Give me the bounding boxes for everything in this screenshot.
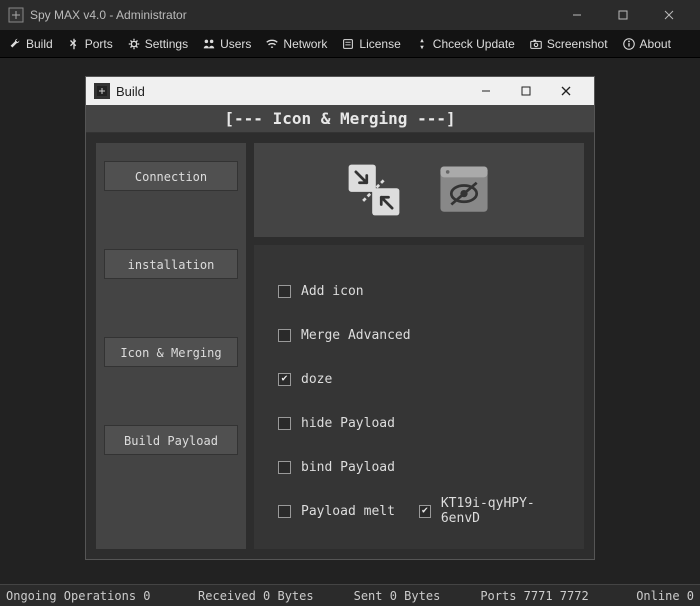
app-icon (8, 7, 24, 23)
sidebar-item-build-payload[interactable]: Build Payload (104, 425, 238, 455)
build-window: Build [--- Icon & Merging ---] Connectio… (85, 76, 595, 560)
option-hide-payload[interactable]: hide Payload (278, 416, 560, 431)
build-window-icon (94, 83, 110, 99)
toolbar-label: Chceck Update (433, 37, 515, 51)
checkbox-icon (278, 285, 291, 298)
window-controls (554, 0, 692, 30)
option-label: bind Payload (301, 460, 395, 475)
info-icon (622, 37, 636, 51)
ports-icon (67, 37, 81, 51)
status-received: Received 0 Bytes (198, 589, 314, 603)
option-payload-melt[interactable]: Payload melt (278, 504, 419, 519)
option-label: Merge Advanced (301, 328, 411, 343)
checkbox-icon (278, 461, 291, 474)
update-icon (415, 37, 429, 51)
toolbar-label: Ports (85, 37, 113, 51)
toolbar-ports[interactable]: Ports (65, 35, 115, 53)
checkbox-icon (278, 417, 291, 430)
status-online: Online 0 (636, 589, 694, 603)
build-sidebar: Connection installation Icon & Merging B… (96, 143, 246, 549)
build-content: Add icon Merge Advanced doze hide Payload bi… (254, 143, 584, 549)
option-kt19i[interactable]: KT19i-qyHPY-6envD (419, 496, 560, 526)
toolbar-settings[interactable]: Settings (125, 35, 190, 53)
toolbar-label: Screenshot (547, 37, 608, 51)
toolbar-label: Build (26, 37, 53, 51)
option-add-icon[interactable]: Add icon (278, 284, 560, 299)
option-label: hide Payload (301, 416, 395, 431)
build-window-title: Build (116, 84, 466, 99)
options-panel: Add icon Merge Advanced doze hide Payload bi… (254, 245, 584, 549)
main-toolbar: Build Ports Settings Users Network Licen… (0, 30, 700, 58)
icon-preview-row (254, 143, 584, 237)
toolbar-build[interactable]: Build (6, 35, 55, 53)
option-merge-advanced[interactable]: Merge Advanced (278, 328, 560, 343)
sidebar-item-icon-merging[interactable]: Icon & Merging (104, 337, 238, 367)
checkbox-icon (278, 329, 291, 342)
toolbar-check-update[interactable]: Chceck Update (413, 35, 517, 53)
sidebar-item-installation[interactable]: installation (104, 249, 238, 279)
build-minimize-button[interactable] (466, 77, 506, 105)
option-label: Payload melt (301, 504, 395, 519)
toolbar-users[interactable]: Users (200, 35, 253, 53)
build-section-header: [--- Icon & Merging ---] (86, 105, 594, 133)
users-icon (202, 37, 216, 51)
wrench-icon (8, 37, 22, 51)
status-sent: Sent 0 Bytes (354, 589, 441, 603)
build-maximize-button[interactable] (506, 77, 546, 105)
toolbar-screenshot[interactable]: Screenshot (527, 35, 610, 53)
checkbox-icon (419, 505, 431, 518)
build-body: Connection installation Icon & Merging B… (86, 133, 594, 559)
main-titlebar: Spy MAX v4.0 - Administrator (0, 0, 700, 30)
toolbar-network[interactable]: Network (263, 35, 329, 53)
license-icon (341, 37, 355, 51)
toolbar-label: Network (283, 37, 327, 51)
status-bar: Ongoing Operations 0 Received 0 Bytes Se… (0, 584, 700, 606)
status-ports: Ports 7771 7772 (480, 589, 588, 603)
option-label: KT19i-qyHPY-6envD (441, 496, 560, 526)
checkbox-icon (278, 505, 291, 518)
checkbox-icon (278, 373, 291, 386)
option-doze[interactable]: doze (278, 372, 560, 387)
camera-icon (529, 37, 543, 51)
option-label: Add icon (301, 284, 364, 299)
build-close-button[interactable] (546, 77, 586, 105)
sidebar-item-connection[interactable]: Connection (104, 161, 238, 191)
toolbar-label: Settings (145, 37, 188, 51)
status-ongoing: Ongoing Operations 0 (6, 589, 151, 603)
option-label: doze (301, 372, 332, 387)
main-area: Build [--- Icon & Merging ---] Connectio… (0, 58, 700, 584)
gear-icon (127, 37, 141, 51)
hide-icon[interactable] (432, 159, 496, 221)
toolbar-label: License (359, 37, 400, 51)
minimize-button[interactable] (554, 0, 600, 30)
option-bind-payload[interactable]: bind Payload (278, 460, 560, 475)
merge-icon[interactable] (342, 159, 406, 221)
window-title: Spy MAX v4.0 - Administrator (30, 8, 554, 22)
maximize-button[interactable] (600, 0, 646, 30)
toolbar-about[interactable]: About (620, 35, 673, 53)
toolbar-label: Users (220, 37, 251, 51)
close-button[interactable] (646, 0, 692, 30)
toolbar-label: About (640, 37, 671, 51)
toolbar-license[interactable]: License (339, 35, 402, 53)
wifi-icon (265, 37, 279, 51)
build-titlebar: Build (86, 77, 594, 105)
